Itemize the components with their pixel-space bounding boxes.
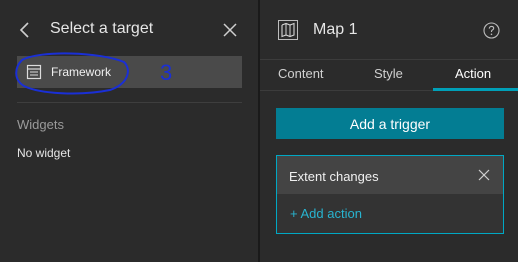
target-item-label: Framework: [51, 65, 112, 79]
tab-style[interactable]: Style: [374, 66, 403, 90]
panel-title: Select a target: [50, 20, 154, 37]
add-trigger-button[interactable]: Add a trigger: [276, 108, 504, 139]
trigger-card: Extent changes + Add action: [276, 155, 504, 234]
chevron-left-icon[interactable]: [18, 21, 32, 39]
widget-settings-panel: Map 1 Content Style Action Add a trigger…: [260, 0, 518, 262]
divider: [17, 102, 242, 103]
no-widget-text: No widget: [17, 146, 71, 160]
header-divider: [260, 59, 518, 60]
select-target-panel: Select a target Framework 3 Widgets No w…: [0, 0, 258, 262]
tab-action[interactable]: Action: [455, 66, 491, 90]
active-tab-indicator: [433, 88, 518, 91]
select-target-header: Select a target: [0, 0, 258, 56]
map-icon: [278, 20, 298, 40]
app-root: Select a target Framework 3 Widgets No w…: [0, 0, 518, 262]
layout-icon: [26, 64, 42, 80]
close-icon[interactable]: [222, 22, 238, 38]
target-item-framework[interactable]: Framework: [17, 56, 242, 88]
trigger-card-header[interactable]: Extent changes: [277, 156, 503, 194]
close-icon[interactable]: [478, 169, 490, 181]
tab-content[interactable]: Content: [278, 66, 324, 90]
trigger-title: Extent changes: [289, 169, 379, 184]
widget-title: Map 1: [313, 21, 358, 38]
widgets-heading: Widgets: [17, 117, 64, 132]
add-action-link[interactable]: + Add action: [290, 206, 362, 221]
help-icon[interactable]: [483, 22, 500, 39]
